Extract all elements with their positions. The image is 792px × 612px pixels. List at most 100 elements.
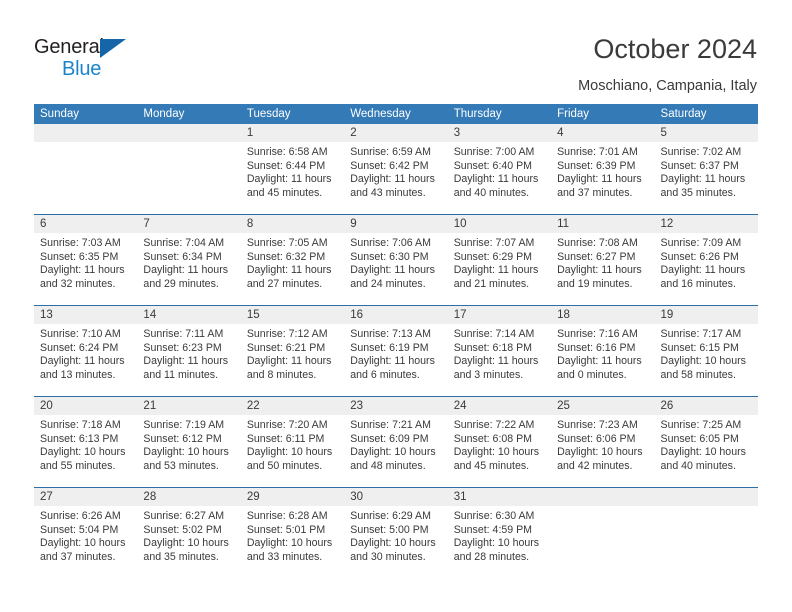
day-detail-line: and 37 minutes. xyxy=(40,551,116,564)
day-detail-line: Sunset: 6:16 PM xyxy=(557,341,636,354)
day-cell[interactable]: Sunrise: 7:02 AM Sunset: 6:37 PM Daylight:… xyxy=(655,142,758,214)
day-number[interactable]: 4 xyxy=(551,124,654,142)
day-number-row: 13 14 15 16 17 18 19 xyxy=(34,306,758,324)
day-number[interactable]: 23 xyxy=(344,397,447,415)
day-detail-line: Daylight: 10 hours xyxy=(453,446,540,459)
day-detail-line: and 58 minutes. xyxy=(660,369,736,382)
day-detail-line: Sunrise: 7:23 AM xyxy=(557,419,638,431)
day-number[interactable]: 30 xyxy=(344,488,447,506)
day-cell[interactable]: Sunrise: 6:30 AM Sunset: 4:59 PM Daylight:… xyxy=(448,506,551,578)
day-cell[interactable]: Sunrise: 7:03 AM Sunset: 6:35 PM Daylight:… xyxy=(34,233,137,305)
day-cell[interactable]: Sunrise: 7:05 AM Sunset: 6:32 PM Daylight:… xyxy=(241,233,344,305)
day-cell[interactable]: Sunrise: 7:16 AM Sunset: 6:16 PM Daylight:… xyxy=(551,324,654,396)
day-detail-line: and 3 minutes. xyxy=(453,369,524,382)
day-detail-line: Sunrise: 7:06 AM xyxy=(350,237,431,249)
day-cell[interactable]: Sunrise: 7:18 AM Sunset: 6:13 PM Daylight:… xyxy=(34,415,137,487)
day-number[interactable]: 22 xyxy=(241,397,344,415)
calendar-week-row: 6 7 8 9 10 11 12 Sunrise: 7:03 AM Sunset: 6:35 P… xyxy=(34,214,758,305)
day-detail-line: Daylight: 10 hours xyxy=(660,446,746,459)
day-number[interactable]: 12 xyxy=(655,215,758,233)
triangle-icon xyxy=(100,39,126,58)
day-detail-line: Sunrise: 7:03 AM xyxy=(40,237,121,249)
day-cell[interactable]: Sunrise: 7:06 AM Sunset: 6:30 PM Daylight:… xyxy=(344,233,447,305)
day-cell[interactable]: Sunrise: 7:13 AM Sunset: 6:19 PM Daylight:… xyxy=(344,324,447,396)
day-detail-line: Sunrise: 6:58 AM xyxy=(246,146,328,158)
day-number[interactable]: 17 xyxy=(448,306,551,324)
day-detail-line: Daylight: 11 hours xyxy=(246,264,332,277)
day-number[interactable]: 20 xyxy=(34,397,137,415)
calendar-week-row: 13 14 15 16 17 18 19 Sunrise: 7:10 AM Sunset: 6:… xyxy=(34,305,758,396)
day-cell[interactable]: Sunrise: 6:29 AM Sunset: 5:00 PM Daylight:… xyxy=(344,506,447,578)
day-number[interactable]: 1 xyxy=(241,124,344,142)
day-cell[interactable]: Sunrise: 7:11 AM Sunset: 6:23 PM Daylight:… xyxy=(137,324,240,396)
day-detail-line: Sunset: 5:00 PM xyxy=(350,523,429,536)
day-number[interactable]: 27 xyxy=(34,488,137,506)
day-detail-line: Sunset: 6:42 PM xyxy=(350,159,429,172)
day-number[interactable]: 11 xyxy=(551,215,654,233)
day-detail-line: Sunrise: 7:00 AM xyxy=(453,146,535,158)
day-cell[interactable]: Sunrise: 6:59 AM Sunset: 6:42 PM Daylight:… xyxy=(344,142,447,214)
day-number[interactable]: 14 xyxy=(137,306,240,324)
weekday-header-saturday: Saturday xyxy=(660,108,707,120)
day-detail-line: Sunrise: 7:14 AM xyxy=(453,328,535,340)
day-detail-line: Daylight: 11 hours xyxy=(453,264,539,277)
day-number[interactable]: 28 xyxy=(137,488,240,506)
day-cell[interactable]: Sunrise: 7:19 AM Sunset: 6:12 PM Daylight:… xyxy=(137,415,240,487)
day-number[interactable]: 25 xyxy=(551,397,654,415)
day-cell[interactable]: Sunrise: 7:12 AM Sunset: 6:21 PM Daylight:… xyxy=(241,324,344,396)
day-detail-line: and 37 minutes. xyxy=(557,187,633,200)
day-number[interactable]: 19 xyxy=(655,306,758,324)
day-number[interactable]: 21 xyxy=(137,397,240,415)
day-detail-line: Daylight: 11 hours xyxy=(40,264,125,277)
day-cell[interactable]: Sunrise: 7:17 AM Sunset: 6:15 PM Daylight:… xyxy=(655,324,758,396)
day-number[interactable]: 29 xyxy=(241,488,344,506)
day-detail-line: and 6 minutes. xyxy=(350,369,420,382)
day-detail-line: and 16 minutes. xyxy=(660,278,736,291)
day-cell[interactable]: Sunrise: 7:10 AM Sunset: 6:24 PM Daylight:… xyxy=(34,324,137,396)
day-detail-line: Daylight: 11 hours xyxy=(246,355,332,368)
day-number[interactable]: 26 xyxy=(655,397,758,415)
day-detail-line: Daylight: 10 hours xyxy=(557,446,643,459)
day-number[interactable]: 2 xyxy=(344,124,447,142)
day-cell[interactable]: Sunrise: 6:26 AM Sunset: 5:04 PM Daylight:… xyxy=(34,506,137,578)
day-number[interactable]: 9 xyxy=(344,215,447,233)
day-number-row: 27 28 29 30 31 xyxy=(34,488,758,506)
day-number[interactable]: 24 xyxy=(448,397,551,415)
day-detail-line: Daylight: 11 hours xyxy=(453,173,539,186)
day-cell[interactable]: Sunrise: 7:21 AM Sunset: 6:09 PM Daylight:… xyxy=(344,415,447,487)
day-number[interactable]: 7 xyxy=(137,215,240,233)
day-cell[interactable]: Sunrise: 6:58 AM Sunset: 6:44 PM Daylight:… xyxy=(241,142,344,214)
day-cell[interactable]: Sunrise: 7:08 AM Sunset: 6:27 PM Daylight:… xyxy=(551,233,654,305)
day-number[interactable]: 18 xyxy=(551,306,654,324)
calendar-table: Sunday Monday Tuesday Wednesday Thursday… xyxy=(34,104,758,578)
day-cell[interactable]: Sunrise: 7:09 AM Sunset: 6:26 PM Daylight:… xyxy=(655,233,758,305)
day-detail-line: and 35 minutes. xyxy=(660,187,736,200)
day-number[interactable]: 3 xyxy=(448,124,551,142)
day-cell[interactable]: Sunrise: 7:23 AM Sunset: 6:06 PM Daylight:… xyxy=(551,415,654,487)
day-number[interactable]: 10 xyxy=(448,215,551,233)
day-cell[interactable]: Sunrise: 6:27 AM Sunset: 5:02 PM Daylight:… xyxy=(137,506,240,578)
day-cell[interactable]: Sunrise: 7:04 AM Sunset: 6:34 PM Daylight:… xyxy=(137,233,240,305)
day-cell[interactable]: Sunrise: 7:00 AM Sunset: 6:40 PM Daylight:… xyxy=(448,142,551,214)
day-detail-line: Daylight: 11 hours xyxy=(246,173,332,186)
day-number[interactable]: 16 xyxy=(344,306,447,324)
day-detail-line: and 55 minutes. xyxy=(40,460,116,473)
day-detail-line: Sunset: 6:15 PM xyxy=(660,341,739,354)
day-number[interactable]: 8 xyxy=(241,215,344,233)
day-cell[interactable]: Sunrise: 6:28 AM Sunset: 5:01 PM Daylight:… xyxy=(241,506,344,578)
day-number[interactable]: 15 xyxy=(241,306,344,324)
day-cell[interactable]: Sunrise: 7:25 AM Sunset: 6:05 PM Daylight:… xyxy=(655,415,758,487)
day-detail-line: Daylight: 10 hours xyxy=(143,446,229,459)
day-cell[interactable]: Sunrise: 7:20 AM Sunset: 6:11 PM Daylight:… xyxy=(241,415,344,487)
day-cell[interactable]: Sunrise: 7:07 AM Sunset: 6:29 PM Daylight:… xyxy=(448,233,551,305)
day-cell[interactable]: Sunrise: 7:01 AM Sunset: 6:39 PM Daylight:… xyxy=(551,142,654,214)
day-detail-line: and 11 minutes. xyxy=(143,369,219,382)
day-number[interactable]: 13 xyxy=(34,306,137,324)
day-number[interactable]: 31 xyxy=(448,488,551,506)
day-cell[interactable]: Sunrise: 7:14 AM Sunset: 6:18 PM Daylight:… xyxy=(448,324,551,396)
day-cell[interactable]: Sunrise: 7:22 AM Sunset: 6:08 PM Daylight:… xyxy=(448,415,551,487)
day-number[interactable]: 5 xyxy=(655,124,758,142)
day-detail-line: Sunrise: 7:07 AM xyxy=(453,237,535,249)
day-number[interactable]: 6 xyxy=(34,215,137,233)
day-detail-line: and 40 minutes. xyxy=(660,460,736,473)
